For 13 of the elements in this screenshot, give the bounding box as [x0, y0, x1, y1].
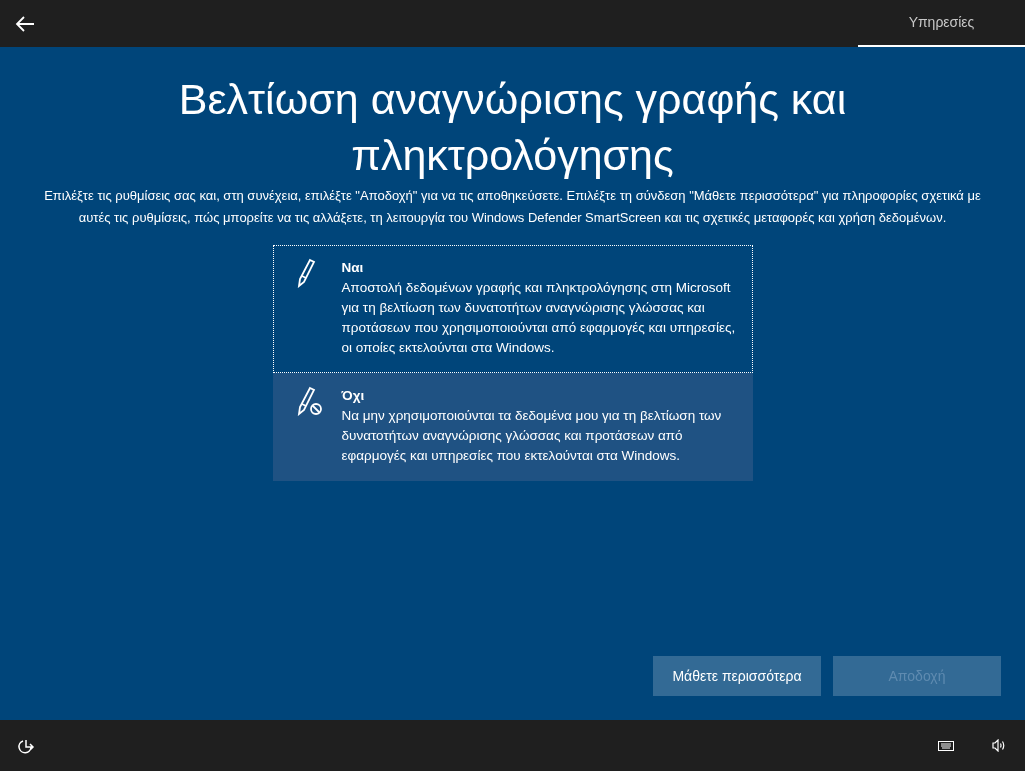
- action-button[interactable]: Μάθετε περισσότερα: [653, 656, 821, 696]
- back-arrow-icon[interactable]: [15, 15, 35, 32]
- keyboard-icon[interactable]: [938, 740, 954, 751]
- option-description: Αποστολή δεδομένων γραφής και πληκτρολόγησης στη Microsoft για τη βελτίωση των δυνατοτήτων αναγνώρισης γλώσσας και προτάσεων που χρησιμοποιούνται από εφαρμογές και υπηρεσίες, οι οποίες εκτελούνται στα Windows.: [341, 279, 737, 357]
- tab[interactable]: Υπηρεσίες: [858, 0, 1025, 47]
- page-title: Βελτίωση αναγνώρισης γραφής και πληκτρολόγησης: [177, 74, 848, 181]
- option-title: Ναι: [341, 259, 365, 277]
- option-title: Όχι: [341, 387, 366, 405]
- description-text: Επιλέξτε τις ρυθμίσεις σας και, στη συνέχεια, επιλέξτε "Αποδοχή" για να τις αποθηκεύσετε. Επιλέξτε τη σύνδεση "Μάθετε περισσότερα" για πληροφορίες σχετικά με αυτές τις ρυθμίσεις, πώς μπορείτε να τις αλλάξετε, τη λειτουργία του Windows Defender SmartScreen και τις σχετικές μεταφορές και χρήση δεδομένων.: [43, 187, 982, 227]
- option-card[interactable]: Όχι Να μην χρησιμοποιούνται τα δεδομένα μου για τη βελτίωση των δυνατοτήτων αναγνώρισης γλώσσας και προτάσεων από εφαρμογές και υπηρεσίες που εκτελούνται στα Windows.: [272, 373, 753, 481]
- speaker-icon[interactable]: [992, 739, 1006, 752]
- option-description: Να μην χρησιμοποιούνται τα δεδομένα μου για τη βελτίωση των δυνατοτήτων αναγνώρισης γλώσσας και προτάσεων από εφαρμογές και υπηρεσίες που εκτελούνται στα Windows.: [341, 407, 723, 465]
- pen-blocked-icon: [295, 386, 322, 416]
